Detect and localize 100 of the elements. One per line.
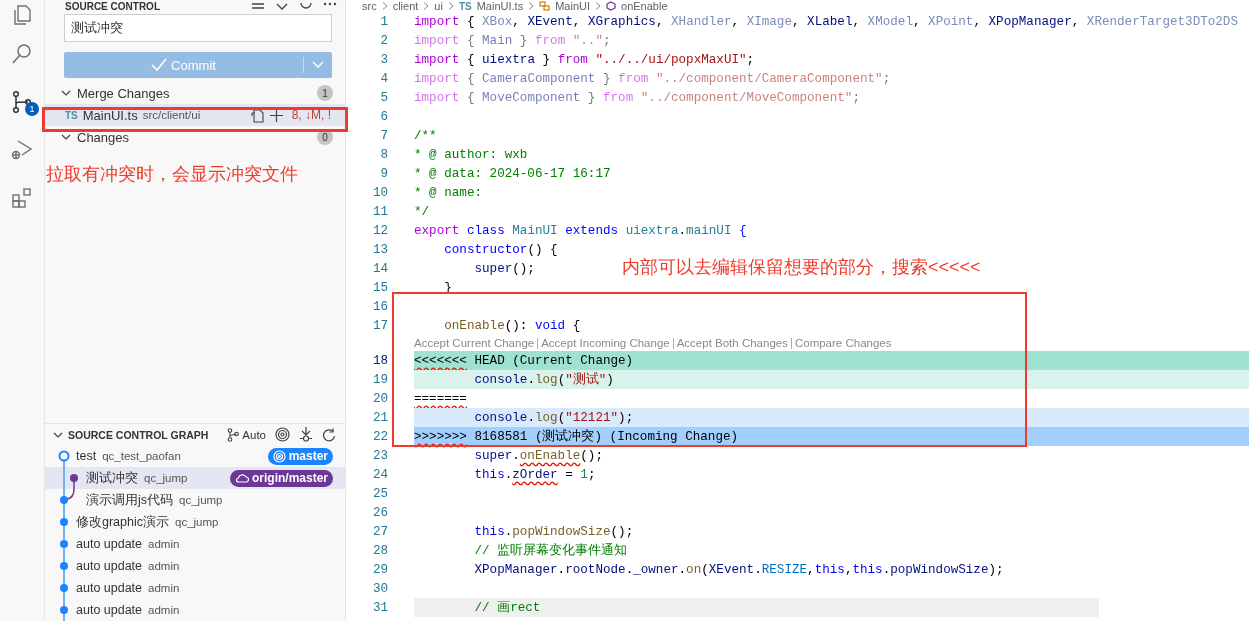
commit-author: admin	[148, 582, 180, 594]
commit-row[interactable]: auto update admin	[45, 599, 345, 621]
code-line: */	[414, 204, 430, 219]
code-line: super.onEnable();	[473, 448, 603, 463]
code-line: export class MainUI extends uiextra.mainUI {	[414, 223, 747, 238]
commit-message: 测试冲突	[86, 469, 138, 487]
file-type-label: TS	[458, 0, 472, 12]
method-icon	[606, 1, 616, 11]
file-name: MainUI.ts	[82, 107, 138, 123]
file-path: src/client/ui	[142, 109, 201, 121]
line-number: 31	[371, 600, 389, 615]
panel-title: SOURCE CONTROL GRAPH	[68, 428, 209, 441]
line-number: 19	[371, 372, 389, 387]
line-number: 13	[371, 242, 389, 257]
file-status: 8, ↓M, !	[291, 108, 331, 122]
commit-row[interactable]: 演示调用js代码 qc_jump	[45, 489, 345, 511]
line-number: 18	[371, 353, 389, 368]
commit-row[interactable]: auto update admin	[45, 533, 345, 555]
line-number: 6	[379, 109, 389, 124]
file-icon[interactable]	[249, 107, 265, 123]
breadcrumb-item[interactable]: MainUI	[555, 0, 590, 12]
commit-message-field[interactable]: 测试冲突	[64, 14, 332, 42]
changes-group-header[interactable]: Merge Changes 1	[45, 82, 345, 104]
panel-title: SOURCE CONTROL	[65, 0, 160, 13]
breadcrumb-item[interactable]: MainUI.ts	[476, 0, 524, 12]
fetch-icon[interactable]	[299, 427, 313, 442]
count-badge: 1	[317, 85, 333, 101]
commit-author: admin	[148, 604, 180, 616]
line-number: 2	[379, 33, 389, 48]
chevron-icon	[61, 88, 71, 98]
target-icon[interactable]	[275, 427, 290, 442]
commit-message: test	[76, 449, 97, 463]
cloud-icon	[234, 473, 249, 483]
code-line: this.popWindowSize();	[473, 524, 634, 539]
changed-file-item[interactable]: TS MainUI.ts src/client/ui 8, ↓M, !	[45, 104, 345, 126]
breadcrumb-item[interactable]: src	[362, 0, 377, 12]
commit-message: 修改graphic演示	[76, 513, 169, 531]
commit-graph-node-icon	[57, 555, 71, 577]
line-number: 28	[371, 543, 389, 558]
code-line: import { CameraComponent } from "../component/CameraComponent";	[414, 71, 891, 86]
annotation-text: 内部可以去编辑保留想要的部分，搜索<<<<<	[622, 256, 981, 279]
commit-graph-node-icon	[57, 533, 71, 555]
code-line: import { XBox, XEvent, XGraphics, XHandler, XImage, XLabel, XModel, XPoint, XPopManager, XRenderTarget3DTo2DS	[414, 14, 1238, 29]
line-number: 21	[371, 410, 389, 425]
branch-label: master	[288, 449, 328, 463]
commit-graph-node-icon	[57, 599, 71, 621]
group-label: Merge Changes	[77, 85, 170, 101]
line-number: 16	[371, 299, 389, 314]
chevron-right-icon	[381, 2, 388, 10]
group-label: Changes	[77, 129, 130, 145]
line-number: 11	[371, 204, 389, 219]
changes-group-header[interactable]: Changes 0	[45, 126, 345, 148]
line-number: 7	[379, 128, 389, 143]
list-icon[interactable]	[251, 1, 265, 12]
branch-icon	[10, 90, 34, 114]
line-number: 3	[379, 52, 389, 67]
code-line: // 监听屏幕变化事件通知	[473, 542, 628, 559]
commit-row[interactable]: auto update admin	[45, 555, 345, 577]
codelens-link[interactable]: Compare Changes	[790, 337, 895, 349]
commit-author: qc_jump	[179, 494, 223, 506]
code-line: import { Main } from "..";	[414, 33, 611, 48]
breadcrumb-item[interactable]: ui	[434, 0, 443, 12]
codelens-link[interactable]: Accept Both Changes	[672, 337, 791, 349]
plus-icon[interactable]	[269, 108, 283, 122]
code-line: * @ data: 2024-06-17 16:17	[414, 166, 611, 181]
breadcrumb-item[interactable]: client	[392, 0, 419, 12]
commit-row[interactable]: 修改graphic演示 qc_jump	[45, 511, 345, 533]
chevron-right-icon	[528, 2, 535, 10]
activity-bar-item[interactable]: 1	[0, 78, 44, 126]
commit-row[interactable]: auto update admin	[45, 577, 345, 599]
branch-label: origin/master	[251, 471, 328, 485]
commit-message: 演示调用js代码	[86, 491, 174, 509]
commit-author: qc_jump	[144, 472, 188, 484]
line-number: 26	[371, 505, 389, 520]
annotation-text: 拉取有冲突时，会显示冲突文件	[46, 163, 299, 186]
class-icon	[539, 1, 551, 11]
code-line: onEnable(): void {	[443, 318, 581, 333]
line-number: 12	[371, 223, 389, 238]
commit-author: qc_jump	[175, 516, 219, 528]
search-icon	[10, 42, 34, 66]
graph-mode-toggle[interactable]: Auto	[242, 428, 266, 441]
code-line: console.log("测试")	[473, 371, 614, 388]
codelens-link[interactable]: Accept Incoming Change	[537, 337, 673, 349]
code-line: super();	[473, 261, 535, 276]
line-number: 24	[371, 467, 389, 482]
line-number: 10	[371, 185, 389, 200]
codelens-link[interactable]: Accept Current Change	[414, 337, 538, 349]
commit-row[interactable]: 测试冲突 qc_jump origin/master	[45, 467, 345, 489]
commit-message: auto update	[76, 581, 143, 595]
line-number: 30	[371, 581, 389, 596]
chevron-icon	[61, 132, 71, 142]
chevron-right-icon	[447, 2, 454, 10]
line-number: 5	[379, 90, 389, 105]
branch-icon	[227, 427, 240, 442]
run-debug-icon	[10, 138, 34, 162]
code-line: /**	[414, 128, 437, 143]
commit-label: Commit	[171, 57, 216, 73]
line-number: 27	[371, 524, 389, 539]
line-number: 17	[371, 318, 389, 333]
breadcrumb-item[interactable]: onEnable	[621, 0, 668, 12]
